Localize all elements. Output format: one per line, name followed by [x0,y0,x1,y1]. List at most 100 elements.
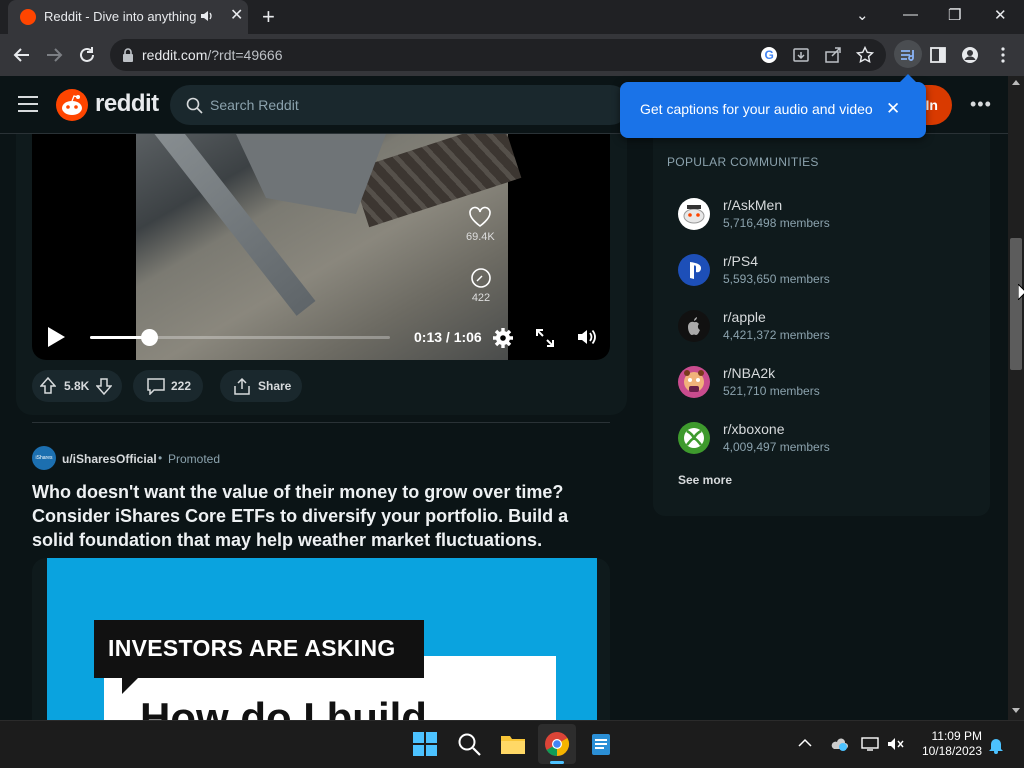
back-icon[interactable] [11,44,33,66]
community-item[interactable]: r/xboxone 4,009,497 members [678,420,978,460]
url-path: /?rdt=49666 [207,47,283,63]
video-player[interactable] [32,134,610,360]
downvote-icon[interactable] [96,377,112,395]
tab-audio-icon[interactable] [200,9,214,23]
speaker-muted-icon[interactable] [887,736,905,752]
share-page-icon[interactable] [824,46,842,64]
file-explorer-icon[interactable] [500,731,526,757]
address-bar[interactable]: reddit.com/?rdt=49666 G [110,39,886,71]
community-name: r/apple [723,309,766,325]
community-members: 5,593,650 members [723,272,830,286]
browser-tab-strip: Reddit - Dive into anything ✕ + ⌄ — ❐ ✕ [0,0,1024,34]
video-comment-overlay[interactable]: 422 [469,267,493,304]
video-like-count: 69.4K [466,231,495,243]
side-panel-icon[interactable] [929,46,947,64]
askmen-avatar-icon [678,198,710,230]
display-icon[interactable] [861,737,879,751]
captions-message[interactable]: Get captions for your audio and video [640,101,873,117]
see-more-link[interactable]: See more [678,473,732,487]
captions-close-icon[interactable]: ✕ [886,99,900,119]
community-item[interactable]: r/PS4 5,593,650 members [678,252,978,292]
vote-bar: 5.8K [32,370,122,402]
clock-time: 11:09 PM [931,729,982,743]
comments-button[interactable]: 222 [133,370,203,402]
play-icon[interactable] [48,327,65,347]
notification-bell-icon[interactable] [988,736,1004,754]
menu-icon[interactable] [18,96,38,112]
video-progress-knob[interactable] [141,329,159,346]
settings-gear-icon[interactable] [492,327,514,349]
page-scrollbar[interactable] [1008,76,1024,720]
url-text: reddit.com/?rdt=49666 [142,47,282,63]
mouse-cursor-icon [1018,284,1024,300]
community-name: r/AskMen [723,197,783,213]
comment-bubble-icon [471,268,491,288]
upvote-icon[interactable] [40,377,56,395]
scroll-up-icon[interactable] [1012,80,1020,85]
promoted-label: Promoted [168,452,221,466]
browser-tab[interactable]: Reddit - Dive into anything ✕ [8,0,248,34]
ps4-avatar-icon [678,254,710,286]
svg-text:G: G [765,48,774,62]
community-item[interactable]: r/NBA2k 521,710 members [678,364,978,404]
community-item[interactable]: r/AskMen 5,716,498 members [678,196,978,236]
notepad-icon[interactable] [588,731,614,757]
video-like-overlay[interactable]: 69.4K [466,206,495,243]
popular-communities-heading: POPULAR COMMUNITIES [667,155,819,169]
upvote-count: 5.8K [64,379,90,393]
ad-image[interactable]: INVESTORS ARE ASKING How do I build [32,558,610,720]
forward-icon[interactable] [43,44,65,66]
google-icon[interactable]: G [760,46,778,64]
restore-button[interactable]: ❐ [948,6,961,24]
search-input[interactable]: Search Reddit [170,85,630,125]
system-clock[interactable]: 11:09 PM 10/18/2023 [920,729,982,759]
separator-dot: • [158,451,163,465]
search-placeholder: Search Reddit [210,97,299,113]
minimize-button[interactable]: — [903,6,918,23]
media-controls-icon[interactable] [899,46,917,64]
url-domain: reddit.com [142,47,208,63]
reddit-logo-icon[interactable] [56,89,88,121]
volume-icon[interactable] [576,326,598,348]
reddit-wordmark[interactable]: reddit [95,90,159,118]
chrome-taskbar-icon[interactable] [544,731,570,757]
tab-close-icon[interactable]: ✕ [230,8,243,24]
comment-count: 222 [171,379,192,393]
ad-title[interactable]: Who doesn't want the value of their mone… [32,480,592,552]
community-name: r/xboxone [723,421,785,437]
search-icon [186,97,203,114]
advertiser-username[interactable]: u/iSharesOfficial [62,452,157,466]
share-label: Share [258,379,292,393]
post-divider [32,422,610,423]
fullscreen-icon[interactable] [535,328,555,348]
community-item[interactable]: r/apple 4,421,372 members [678,308,978,348]
tab-search-icon[interactable]: ⌄ [856,6,869,24]
community-members: 5,716,498 members [723,216,830,230]
comment-icon [147,378,165,395]
windows-start-icon[interactable] [412,731,438,757]
onedrive-icon[interactable] [830,736,848,752]
tab-title: Reddit - Dive into anything [44,9,197,24]
taskbar-search-icon[interactable] [456,731,482,757]
ad-banner-subtext: How do I build [140,694,427,720]
profile-icon[interactable] [961,46,979,64]
chrome-menu-icon[interactable] [994,46,1012,64]
share-button[interactable]: Share [220,370,302,402]
advertiser-avatar[interactable]: iShares [32,446,56,470]
video-progress-bar[interactable] [90,329,390,346]
show-hidden-icons-icon[interactable] [798,738,812,748]
xbox-avatar-icon [678,422,710,454]
scrollbar-thumb[interactable] [1010,238,1022,370]
new-tab-button[interactable]: + [262,6,275,28]
install-icon[interactable] [792,46,810,64]
community-members: 4,009,497 members [723,440,830,454]
bookmark-star-icon[interactable] [856,46,874,64]
scroll-down-icon[interactable] [1012,708,1020,713]
apple-avatar-icon [678,310,710,342]
reload-icon[interactable] [76,44,98,66]
community-name: r/NBA2k [723,365,776,381]
window-close-button[interactable]: ✕ [994,6,1007,24]
more-options-icon[interactable]: ••• [970,94,992,115]
reddit-favicon-icon [20,9,36,25]
lock-icon[interactable] [122,48,134,62]
